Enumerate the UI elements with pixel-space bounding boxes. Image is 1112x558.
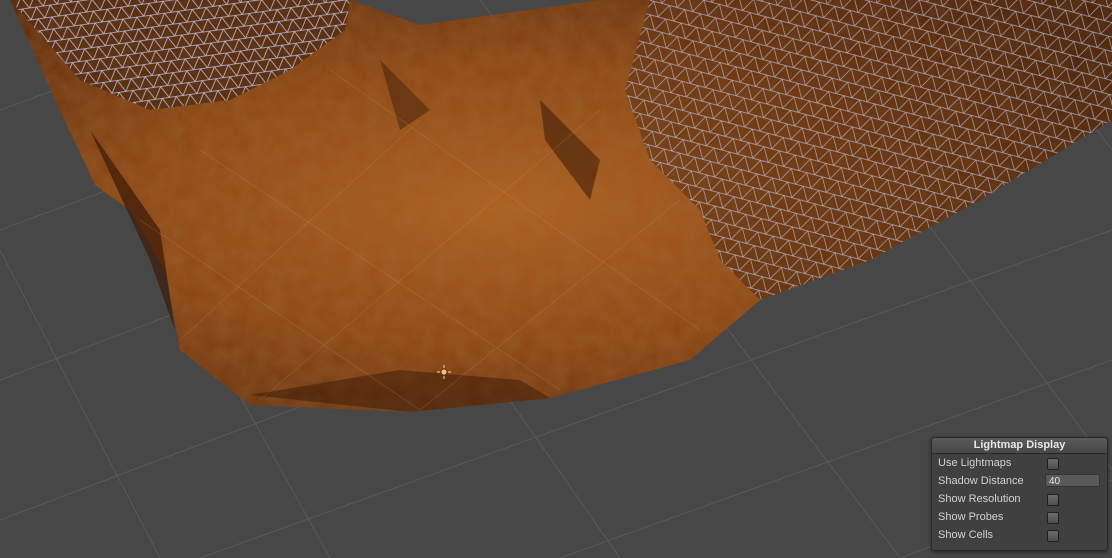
shadow-distance-row: Shadow Distance 40 <box>932 472 1107 490</box>
show-resolution-row: Show Resolution <box>932 490 1107 508</box>
use-lightmaps-row: Use Lightmaps <box>932 454 1107 472</box>
show-resolution-checkbox[interactable] <box>1047 494 1059 506</box>
lightmap-display-panel: Lightmap Display Use Lightmaps Shadow Di… <box>931 437 1108 551</box>
use-lightmaps-checkbox[interactable] <box>1047 458 1059 470</box>
show-probes-row: Show Probes <box>932 508 1107 526</box>
show-cells-label: Show Cells <box>938 529 994 541</box>
panel-title: Lightmap Display <box>932 438 1107 454</box>
shadow-distance-label: Shadow Distance <box>938 475 1024 487</box>
show-cells-checkbox[interactable] <box>1047 530 1059 542</box>
show-probes-checkbox[interactable] <box>1047 512 1059 524</box>
shadow-distance-field[interactable]: 40 <box>1045 474 1100 487</box>
show-probes-label: Show Probes <box>938 511 1004 523</box>
point-light-icon[interactable] <box>437 365 451 379</box>
show-cells-row: Show Cells <box>932 526 1107 544</box>
use-lightmaps-label: Use Lightmaps <box>938 457 1012 469</box>
show-resolution-label: Show Resolution <box>938 493 1021 505</box>
